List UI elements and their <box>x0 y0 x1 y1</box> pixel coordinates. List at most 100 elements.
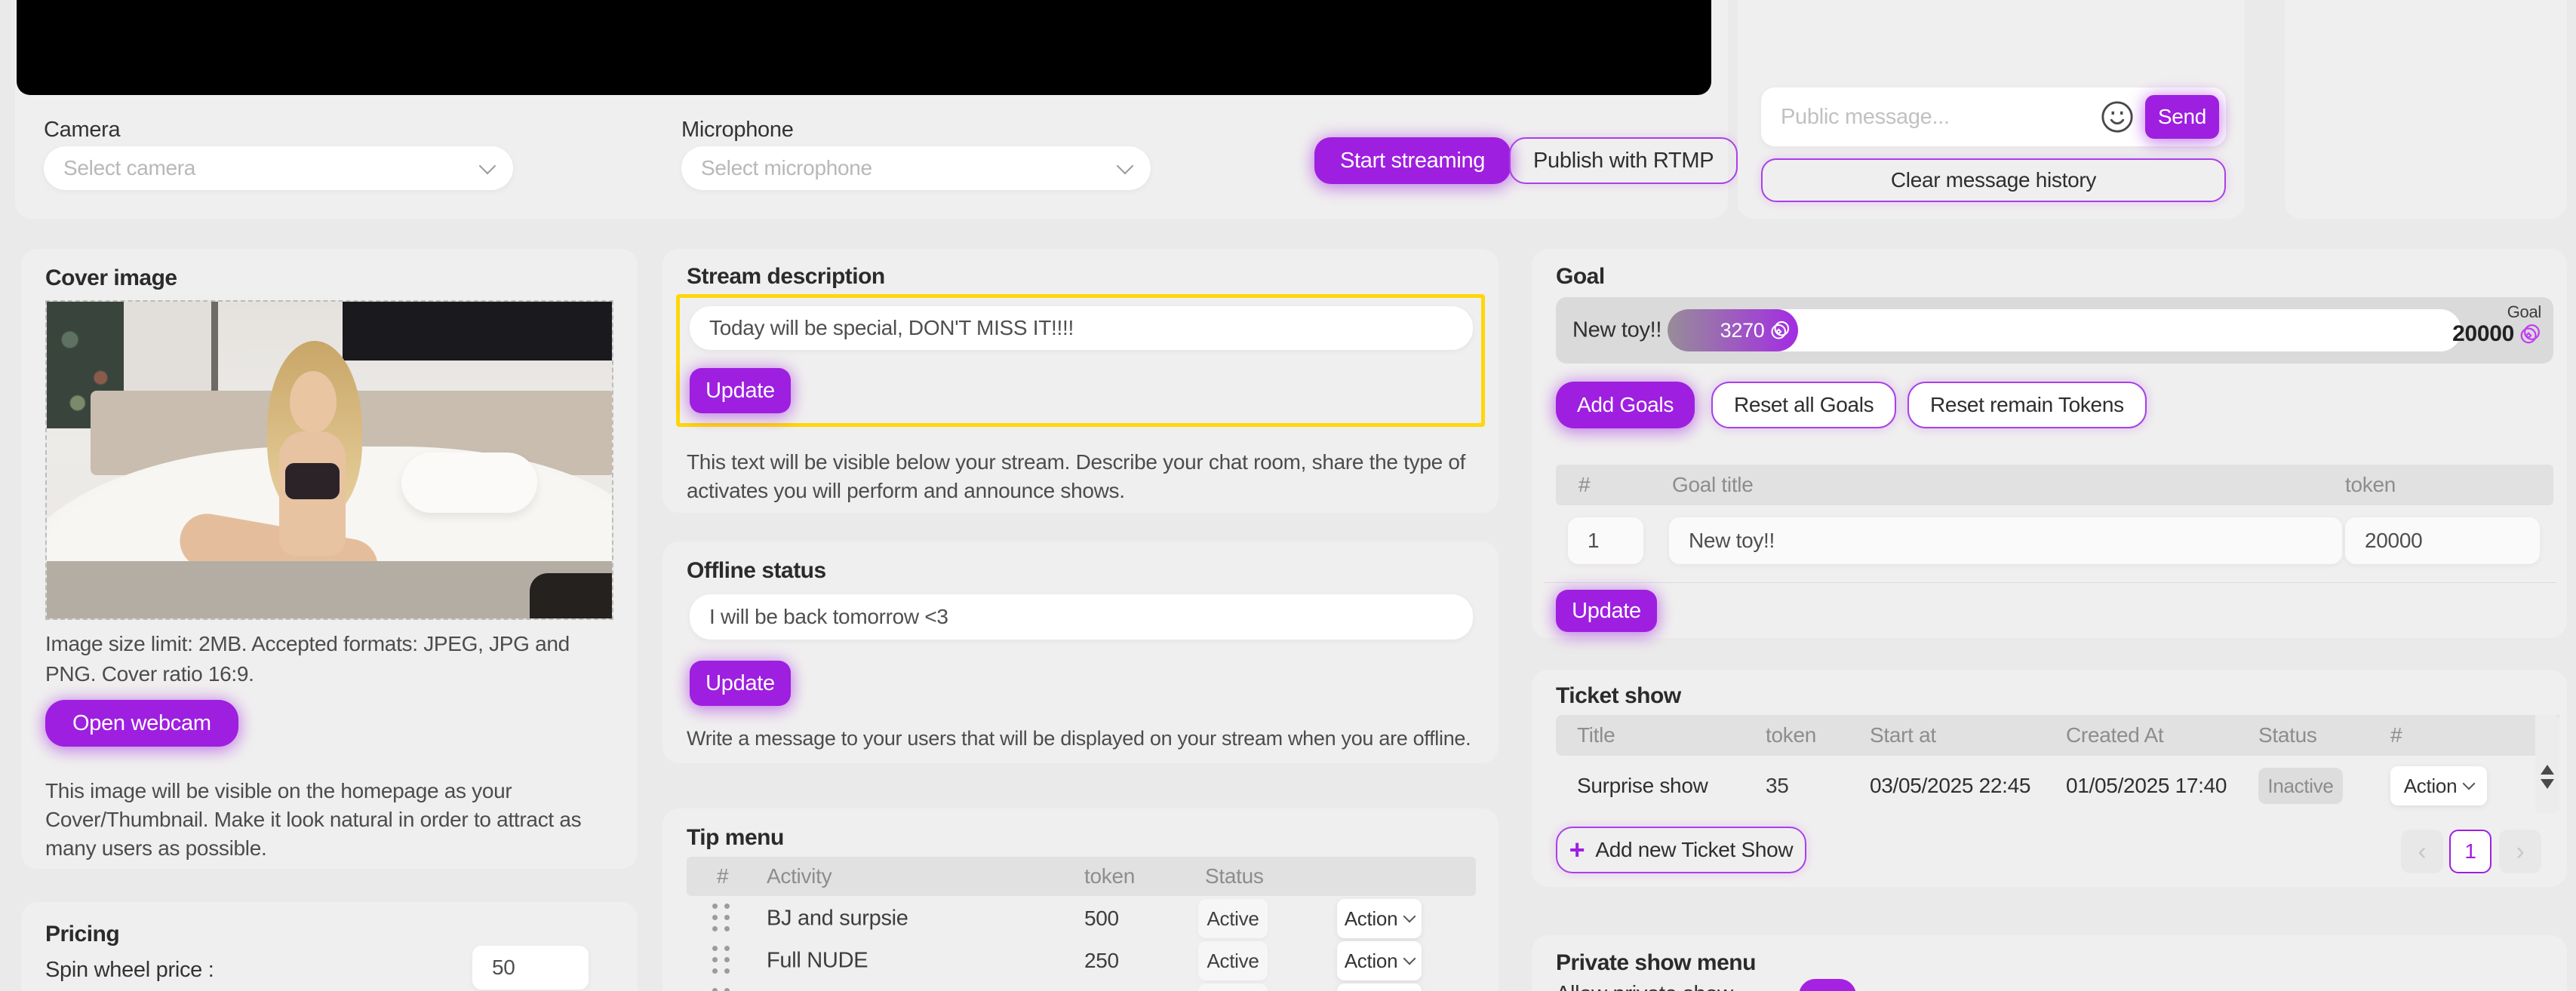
tip-activity: Full NUDE <box>767 948 868 973</box>
ticket-token: 35 <box>1766 774 1789 797</box>
goal-title: Goal <box>1556 264 1605 289</box>
offline-status-title: Offline status <box>687 558 826 583</box>
chat-input-box: Send <box>1761 87 2226 146</box>
video-preview <box>17 0 1711 95</box>
goal-progress-fill: 3270 <box>1668 309 1798 351</box>
stream-description-input[interactable] <box>690 306 1473 350</box>
col-hash: # <box>2390 723 2402 747</box>
side-panel-card <box>2285 0 2567 219</box>
ticket-title: Surprise show <box>1577 774 1708 797</box>
camera-select[interactable]: Select camera <box>44 146 513 190</box>
offline-status-input[interactable] <box>690 594 1473 640</box>
spin-wheel-price-label: Spin wheel price : <box>45 958 214 982</box>
stream-description-note: This text will be visible below your str… <box>687 450 1466 502</box>
col-token: token <box>1766 723 1816 747</box>
status-badge: Inactive <box>2258 768 2343 804</box>
goal-token-input[interactable] <box>2345 517 2540 564</box>
cover-visibility-note: This image will be visible on the homepa… <box>45 779 582 860</box>
broadcaster-dashboard: Camera Select camera Microphone Select m… <box>0 0 2576 991</box>
table-row: Surprise show 35 03/05/2025 22:45 01/05/… <box>1532 762 2535 810</box>
tip-token: 250 <box>1084 949 1119 972</box>
divider <box>1544 582 2556 583</box>
goal-target-value: 20000 <box>2452 321 2514 346</box>
token-icon <box>1769 320 1791 341</box>
public-message-input[interactable] <box>1761 87 2100 146</box>
reset-all-goals-button[interactable]: Reset all Goals <box>1711 382 1897 428</box>
tip-activity: BJ and surpsie <box>767 906 908 931</box>
private-show-title: Private show menu <box>1556 950 1756 975</box>
goal-name: New toy!! <box>1572 318 1662 342</box>
action-dropdown[interactable]: Action <box>1337 983 1422 991</box>
scroll-up-icon[interactable] <box>2541 765 2554 775</box>
ticket-show-card: Ticket show Title token Start at Created… <box>1532 670 2567 887</box>
status-badge: Active <box>1198 983 1268 991</box>
action-dropdown[interactable]: Action <box>2390 766 2487 805</box>
stream-setup-card: Camera Select camera Microphone Select m… <box>15 0 1738 219</box>
chevron-down-icon <box>1116 157 1134 175</box>
update-offline-status-button[interactable]: Update <box>690 661 791 706</box>
start-streaming-button[interactable]: Start streaming <box>1314 137 1511 184</box>
drag-handle-icon[interactable] <box>712 946 730 974</box>
goal-index-input[interactable] <box>1568 517 1643 564</box>
chevron-down-icon <box>1403 952 1416 965</box>
drag-handle-icon[interactable] <box>712 988 730 991</box>
private-show-menu-card: Private show menu Allow private show <box>1532 935 2567 991</box>
tip-token: 500 <box>1084 907 1119 930</box>
col-created-at: Created At <box>2066 723 2164 747</box>
add-ticket-show-button[interactable]: + Add new Ticket Show <box>1556 827 1806 873</box>
cover-title: Cover image <box>45 265 177 290</box>
private-show-row-label: Allow private show <box>1556 982 1733 991</box>
reset-remain-tokens-button[interactable]: Reset remain Tokens <box>1907 382 2147 428</box>
table-row: BJ and surpsie 500 Active Action <box>662 897 1499 940</box>
camera-select-placeholder: Select camera <box>63 156 196 179</box>
pagination-next-button[interactable]: › <box>2499 830 2541 873</box>
tip-menu-title: Tip menu <box>687 825 784 850</box>
microphone-select[interactable]: Select microphone <box>681 146 1151 190</box>
action-dropdown[interactable]: Action <box>1337 941 1422 980</box>
pricing-card: Pricing Spin wheel price : <box>21 902 638 991</box>
tip-menu-card: Tip menu # Activity token Status BJ and … <box>662 808 1499 991</box>
camera-label: Camera <box>44 118 121 142</box>
pricing-title: Pricing <box>45 922 120 947</box>
update-description-button[interactable]: Update <box>690 368 791 413</box>
publish-rtmp-button[interactable]: Publish with RTMP <box>1509 137 1738 184</box>
ticket-show-title: Ticket show <box>1556 683 1681 708</box>
microphone-label: Microphone <box>681 118 794 142</box>
smiley-icon[interactable] <box>2100 100 2135 134</box>
send-button[interactable]: Send <box>2145 95 2219 139</box>
col-start-at: Start at <box>1870 723 1936 747</box>
action-dropdown[interactable]: Action <box>1337 899 1422 938</box>
chat-card: Send Clear message history <box>1738 0 2245 219</box>
drag-handle-icon[interactable] <box>712 904 730 932</box>
toggle-switch[interactable] <box>1799 979 1856 991</box>
clear-message-history-button[interactable]: Clear message history <box>1761 158 2226 202</box>
goal-progress-value: 3270 <box>1720 318 1765 342</box>
col-token: token <box>2345 473 2396 496</box>
scroll-down-icon[interactable] <box>2541 779 2554 789</box>
pagination-prev-button[interactable]: ‹ <box>2401 830 2443 873</box>
open-webcam-button[interactable]: Open webcam <box>45 700 238 747</box>
table-scrollbar[interactable] <box>2535 715 2559 813</box>
goal-table-header: # Goal title token <box>1556 465 2553 505</box>
tip-menu-header: # Activity token Status <box>687 857 1476 896</box>
add-goals-button[interactable]: Add Goals <box>1556 382 1695 428</box>
spin-wheel-price-input[interactable] <box>472 946 589 989</box>
pagination-page-1[interactable]: 1 <box>2449 830 2491 873</box>
update-goal-button[interactable]: Update <box>1556 590 1657 632</box>
cover-size-note: Image size limit: 2MB. Accepted formats:… <box>45 632 570 686</box>
col-title: Title <box>1577 723 1615 747</box>
table-row: Full NUDE 250 Active Action <box>662 940 1499 982</box>
goal-progress-track: 3270 <box>1668 309 2461 351</box>
offline-status-card: Offline status Update Write a message to… <box>662 542 1499 763</box>
goal-title-input[interactable] <box>1669 517 2342 564</box>
chevron-down-icon <box>1403 910 1416 923</box>
col-activity: Activity <box>767 864 832 888</box>
chevron-down-icon <box>478 157 496 175</box>
stream-description-title: Stream description <box>687 264 885 289</box>
col-status: Status <box>1205 864 1264 888</box>
col-hash: # <box>1578 473 1591 496</box>
microphone-select-placeholder: Select microphone <box>701 156 872 179</box>
goal-card: Goal New toy!! 3270 Goal 20000 Add Goals… <box>1532 249 2567 638</box>
status-badge: Active <box>1198 941 1268 980</box>
cover-image-upload[interactable] <box>45 300 613 620</box>
